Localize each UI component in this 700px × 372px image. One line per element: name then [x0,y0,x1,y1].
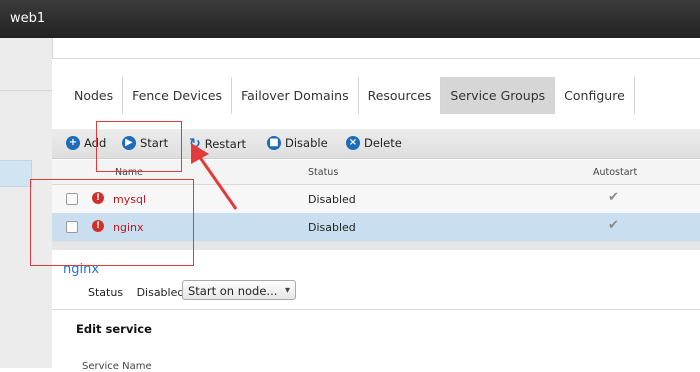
annotation-arrow-line [197,155,238,210]
annotation-arrow-head [191,143,209,164]
annotation-arrow-svg [191,143,238,210]
